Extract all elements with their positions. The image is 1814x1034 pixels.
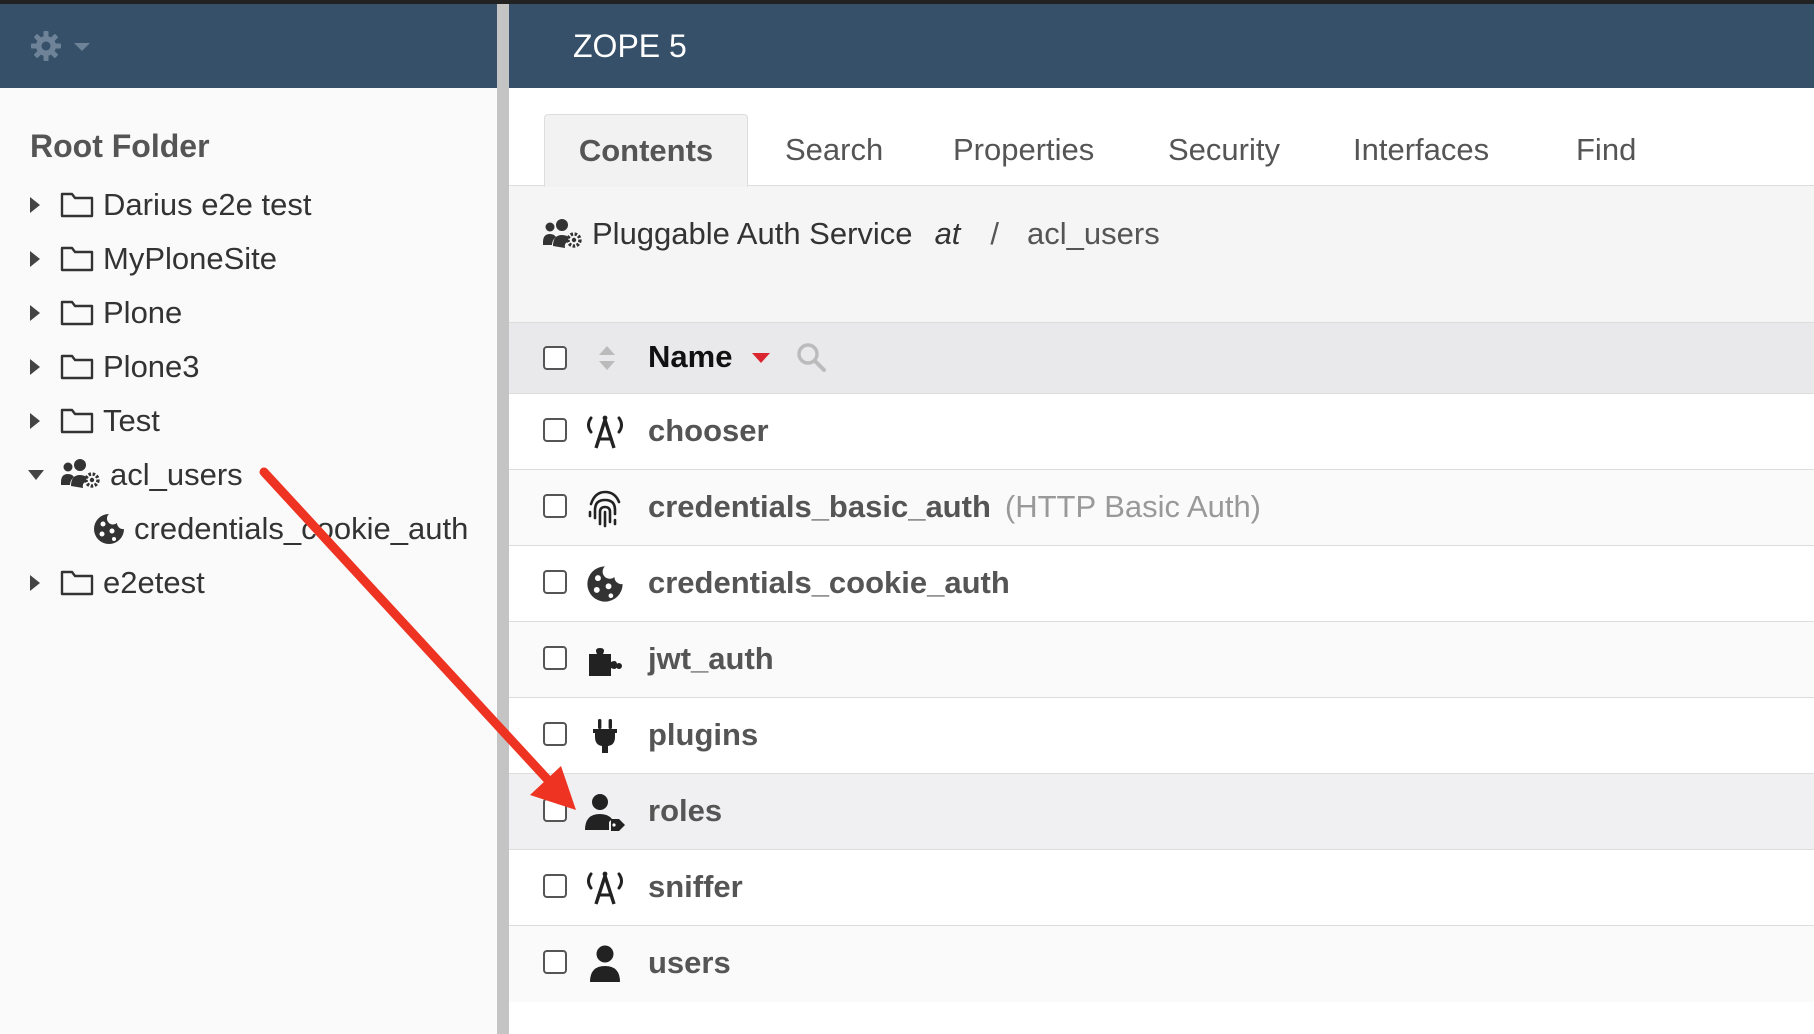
tab-security[interactable]: Security: [1168, 114, 1280, 186]
tree-item-darius-e2e-test[interactable]: Darius e2e test: [0, 178, 497, 232]
row-name-link[interactable]: roles: [648, 793, 722, 829]
table-row[interactable]: chooser: [509, 394, 1814, 470]
broadcast-icon: [583, 412, 627, 452]
tree-item-label[interactable]: Plone3: [103, 349, 200, 385]
tab-bar: Contents Search Properties Security Inte…: [509, 114, 1814, 187]
row-checkbox[interactable]: [543, 874, 567, 898]
breadcrumb-at: at: [934, 216, 961, 251]
meta-type-label: Pluggable Auth Service: [592, 216, 913, 251]
fingerprint-icon: [583, 488, 627, 528]
folder-icon: [60, 243, 94, 273]
sidebar-header: [0, 4, 497, 88]
breadcrumb: Pluggable Auth Service at / acl_users: [542, 216, 1160, 252]
tab-interfaces[interactable]: Interfaces: [1353, 114, 1489, 186]
user-tag-icon: [583, 792, 627, 832]
row-description: (HTTP Basic Auth): [1004, 489, 1262, 524]
row-name-link[interactable]: sniffer: [648, 869, 743, 905]
folder-icon: [60, 189, 94, 219]
collapse-arrow-icon[interactable]: [28, 470, 44, 480]
table-row[interactable]: roles: [509, 774, 1814, 850]
row-checkbox[interactable]: [543, 722, 567, 746]
row-name-link[interactable]: users: [648, 945, 731, 981]
broadcast-icon: [583, 868, 627, 908]
sort-icon[interactable]: [597, 343, 617, 373]
user-icon: [583, 944, 627, 984]
tree-item-test[interactable]: Test: [0, 394, 497, 448]
expand-arrow-icon[interactable]: [30, 305, 40, 321]
search-icon[interactable]: [795, 341, 827, 373]
breadcrumb-path-acl-users[interactable]: acl_users: [1027, 216, 1160, 252]
users-cog-icon: [60, 458, 100, 490]
folder-tree: Darius e2e test MyPloneSite Plone Plone3…: [0, 178, 497, 610]
app-title[interactable]: ZOPE 5: [573, 28, 687, 65]
table-row[interactable]: sniffer: [509, 850, 1814, 926]
folder-icon: [60, 297, 94, 327]
table-row[interactable]: credentials_cookie_auth: [509, 546, 1814, 622]
root-folder-title[interactable]: Root Folder: [30, 128, 210, 165]
table-row[interactable]: users: [509, 926, 1814, 1002]
row-name-link[interactable]: jwt_auth: [648, 641, 774, 677]
folder-icon: [60, 567, 94, 597]
app-header: ZOPE 5: [509, 4, 1814, 88]
cookie-icon: [92, 512, 126, 546]
users-cog-icon: [542, 218, 582, 250]
tree-item-label[interactable]: e2etest: [103, 565, 205, 601]
tab-properties[interactable]: Properties: [953, 114, 1094, 186]
chevron-down-icon[interactable]: [74, 43, 90, 51]
tab-find[interactable]: Find: [1576, 114, 1636, 186]
row-name-link[interactable]: plugins: [648, 717, 758, 753]
row-name-link[interactable]: credentials_basic_auth: [648, 489, 991, 524]
row-checkbox[interactable]: [543, 646, 567, 670]
expand-arrow-icon[interactable]: [30, 359, 40, 375]
tree-item-label[interactable]: Plone: [103, 295, 182, 331]
tree-item-label[interactable]: credentials_cookie_auth: [134, 511, 468, 547]
expand-arrow-icon[interactable]: [30, 197, 40, 213]
row-checkbox[interactable]: [543, 798, 567, 822]
breadcrumb-separator[interactable]: /: [990, 216, 999, 252]
row-checkbox[interactable]: [543, 570, 567, 594]
select-all-checkbox[interactable]: [543, 346, 567, 370]
tree-item-e2etest[interactable]: e2etest: [0, 556, 497, 610]
sort-desc-icon[interactable]: [752, 353, 770, 363]
sidebar-resize-handle[interactable]: [497, 4, 509, 1034]
plug-icon: [583, 716, 627, 756]
table-header: Name: [509, 322, 1814, 394]
cookie-icon: [583, 564, 627, 604]
expand-arrow-icon[interactable]: [30, 251, 40, 267]
table-row[interactable]: jwt_auth: [509, 622, 1814, 698]
folder-icon: [60, 351, 94, 381]
row-name: credentials_basic_auth (HTTP Basic Auth): [648, 489, 1261, 525]
column-header-name[interactable]: Name: [648, 339, 732, 375]
navigation-sidebar: Root Folder Darius e2e test MyPloneSite …: [0, 4, 497, 1034]
tab-search[interactable]: Search: [785, 114, 883, 186]
row-name-link[interactable]: credentials_cookie_auth: [648, 565, 1010, 601]
table-row[interactable]: plugins: [509, 698, 1814, 774]
tree-item-label[interactable]: Test: [103, 403, 160, 439]
gear-icon[interactable]: [30, 30, 62, 62]
tree-item-credentials-cookie-auth[interactable]: credentials_cookie_auth: [0, 502, 497, 556]
folder-icon: [60, 405, 94, 435]
puzzle-icon: [583, 640, 627, 680]
main-panel: ZOPE 5 Contents Search Properties Securi…: [509, 4, 1814, 1034]
table-row[interactable]: credentials_basic_auth (HTTP Basic Auth): [509, 470, 1814, 546]
content-header-background: [509, 186, 1814, 322]
expand-arrow-icon[interactable]: [30, 413, 40, 429]
row-checkbox[interactable]: [543, 418, 567, 442]
tree-item-label[interactable]: MyPloneSite: [103, 241, 277, 277]
contents-table: chooser credentials_basic_auth (HTTP Basi…: [509, 394, 1814, 1002]
tree-item-myplonesite[interactable]: MyPloneSite: [0, 232, 497, 286]
row-name-link[interactable]: chooser: [648, 413, 769, 449]
row-checkbox[interactable]: [543, 950, 567, 974]
tree-item-label[interactable]: Darius e2e test: [103, 187, 312, 223]
tree-item-label[interactable]: acl_users: [110, 457, 243, 493]
row-checkbox[interactable]: [543, 494, 567, 518]
tab-contents[interactable]: Contents: [544, 114, 748, 187]
tree-item-acl-users[interactable]: acl_users: [0, 448, 497, 502]
tree-item-plone3[interactable]: Plone3: [0, 340, 497, 394]
expand-arrow-icon[interactable]: [30, 575, 40, 591]
tree-item-plone[interactable]: Plone: [0, 286, 497, 340]
